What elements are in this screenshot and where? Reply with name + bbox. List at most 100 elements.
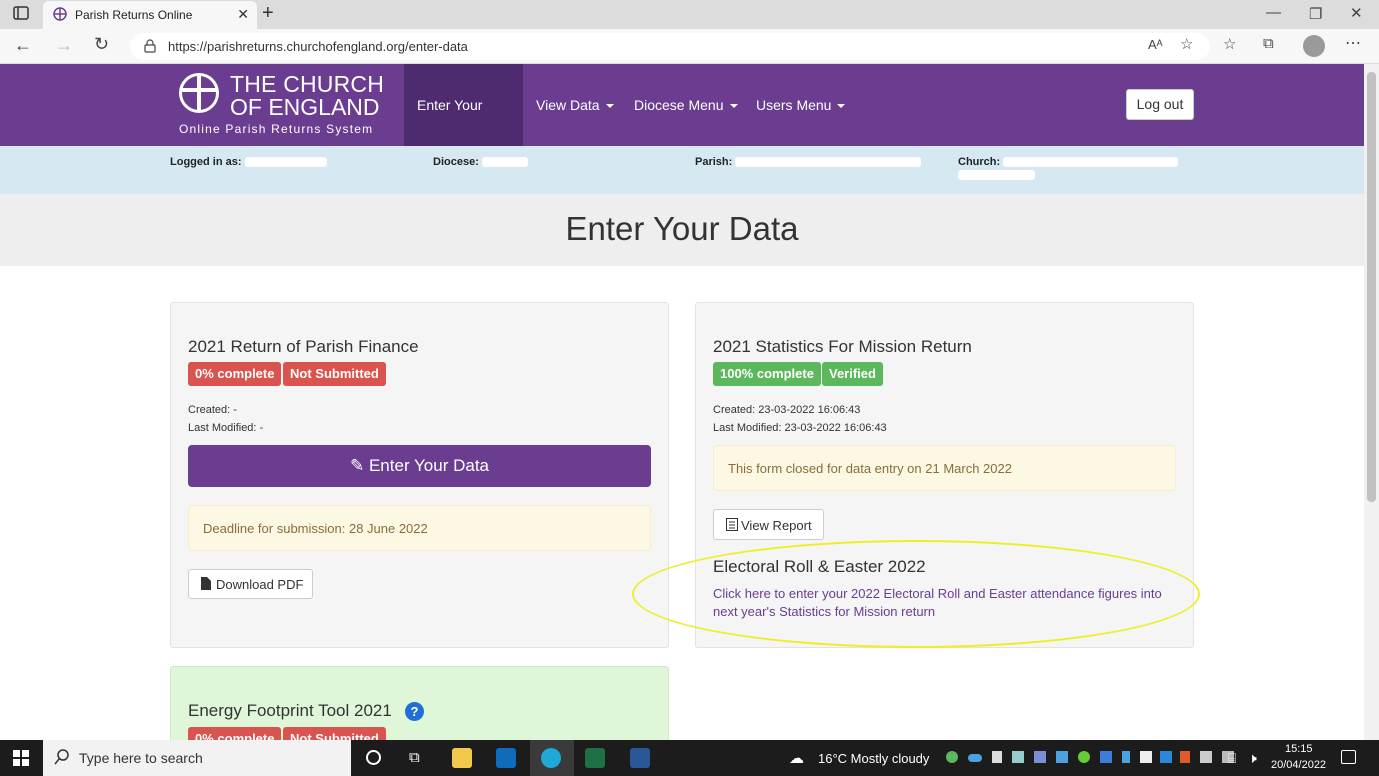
site-navbar: THE CHURCH OF ENGLAND Online Parish Retu…	[0, 64, 1364, 195]
url-text: https://parishreturns.churchofengland.or…	[168, 39, 468, 54]
help-icon[interactable]: ?	[405, 702, 424, 721]
windows-start-icon[interactable]	[13, 750, 29, 769]
nav-enter-your-data[interactable]: Enter Your Data	[404, 64, 523, 195]
finance-title: 2021 Return of Parish Finance	[188, 337, 419, 356]
bluetooth-icon[interactable]	[1122, 751, 1130, 763]
finance-meta: Created: - Last Modified: -	[188, 401, 263, 437]
weather-text[interactable]: 16°C Mostly cloudy	[818, 751, 929, 766]
page-title: Enter Your Data	[565, 210, 799, 247]
word-icon[interactable]	[630, 748, 650, 768]
view-report-label: View Report	[741, 518, 812, 533]
church-logo-icon[interactable]	[179, 73, 219, 113]
read-aloud-icon[interactable]: Aᴬ	[1148, 37, 1163, 52]
edge-icon[interactable]	[541, 748, 561, 768]
globe-icon	[53, 7, 67, 24]
tray-app-icon[interactable]	[1200, 751, 1212, 763]
cloud-icon: ☁	[789, 750, 804, 767]
collections-icon[interactable]: ⧉	[1263, 35, 1274, 52]
system-tray-icons[interactable]	[946, 751, 1246, 765]
nav-view-data[interactable]: View Data	[523, 64, 627, 146]
forward-icon[interactable]: →	[55, 35, 73, 56]
finance-progress-badge: 0% complete	[188, 362, 282, 386]
finance-return-card: 2021 Return of Parish Finance 0% complet…	[170, 302, 669, 648]
mission-modified: Last Modified: 23-03-2022 16:06:43	[713, 422, 887, 434]
close-tab-icon[interactable]: ✕	[237, 6, 249, 23]
church-info: Church:	[958, 156, 1179, 180]
scrollbar-thumb[interactable]	[1367, 72, 1376, 502]
profile-avatar[interactable]	[1303, 35, 1325, 57]
onedrive-icon[interactable]	[968, 754, 982, 762]
clock-date[interactable]: 20/04/2022	[1271, 759, 1326, 771]
form-closed-alert: This form closed for data entry on 21 Ma…	[713, 445, 1176, 491]
tab-actions-icon[interactable]	[12, 6, 30, 22]
deadline-text: Deadline for submission: 28 June 2022	[203, 521, 428, 536]
task-view-icon[interactable]: ⧉	[409, 749, 420, 766]
page-scrollbar[interactable]	[1364, 64, 1379, 740]
network-icon[interactable]: ⌸	[1228, 750, 1236, 767]
more-options-icon[interactable]: ⋯	[1345, 33, 1361, 53]
taskbar-search-box[interactable]: Type here to search	[43, 740, 351, 776]
browser-tab[interactable]: Parish Returns Online ✕	[43, 1, 257, 29]
finance-status-badge: Not Submitted	[283, 362, 386, 386]
tray-app-icon[interactable]	[1100, 751, 1112, 763]
cortana-icon[interactable]	[366, 750, 381, 765]
user-info-bar: Logged in as: Diocese: Parish: Church:	[0, 146, 1364, 194]
file-explorer-icon[interactable]	[452, 748, 472, 768]
file-icon	[201, 577, 211, 593]
energy-title: Energy Footprint Tool 2021	[188, 701, 392, 720]
logged-in-label: Logged in as:	[170, 156, 242, 168]
nav-users-menu[interactable]: Users Menu	[743, 64, 858, 146]
logo-line2[interactable]: OF ENGLAND	[230, 94, 380, 121]
report-icon	[726, 518, 738, 534]
tray-app-icon[interactable]	[946, 751, 958, 763]
tray-app-icon[interactable]	[1160, 751, 1172, 763]
tray-app-icon[interactable]	[1180, 751, 1190, 763]
clock-time[interactable]: 15:15	[1285, 743, 1313, 755]
favorites-icon[interactable]: ☆	[1223, 35, 1236, 53]
finance-modified: Last Modified: -	[188, 422, 264, 434]
view-report-button[interactable]: View Report	[713, 509, 824, 540]
finance-created: Created: -	[188, 404, 237, 416]
parish-info: Parish:	[695, 156, 922, 168]
enter-your-data-button[interactable]: ✎ Enter Your Data	[188, 445, 651, 487]
tray-app-icon[interactable]	[1012, 751, 1024, 763]
mission-title: 2021 Statistics For Mission Return	[713, 337, 972, 356]
tray-app-icon[interactable]	[1034, 751, 1046, 763]
nav-diocese-menu[interactable]: Diocese Menu	[621, 64, 751, 146]
logo-subtitle: Online Parish Returns System	[179, 122, 374, 136]
nav-diocese-menu-label: Diocese Menu	[634, 97, 724, 113]
outlook-icon[interactable]	[496, 748, 516, 768]
tray-app-icon[interactable]	[1056, 751, 1068, 763]
redacted-value	[481, 157, 528, 168]
tray-app-icon[interactable]	[1140, 751, 1152, 763]
mission-progress-badge: 100% complete	[713, 362, 821, 386]
energy-progress-badge: 0% complete	[188, 727, 282, 740]
redacted-value	[244, 157, 327, 168]
lock-icon[interactable]	[144, 39, 156, 58]
notification-icon[interactable]	[1341, 750, 1356, 764]
new-tab-button[interactable]: +	[262, 2, 274, 25]
mission-meta: Created: 23-03-2022 16:06:43 Last Modifi…	[713, 401, 887, 437]
url-field[interactable]: https://parishreturns.churchofengland.or…	[130, 33, 1210, 60]
close-window-icon[interactable]: ✕	[1350, 4, 1363, 22]
search-placeholder: Type here to search	[79, 750, 203, 766]
restore-icon[interactable]: ❐	[1309, 5, 1322, 23]
refresh-icon[interactable]: ↻	[94, 34, 109, 55]
tray-app-icon[interactable]	[992, 751, 1002, 763]
redacted-value	[735, 157, 922, 168]
minimize-icon[interactable]: —	[1266, 4, 1281, 21]
diocese-info: Diocese:	[433, 156, 528, 168]
tray-app-icon[interactable]	[1078, 751, 1090, 763]
address-bar: ← → ↻ https://parishreturns.churchofengl…	[0, 29, 1379, 64]
pencil-icon: ✎	[349, 456, 365, 475]
volume-muted-icon[interactable]: 🕨	[1248, 750, 1257, 767]
download-pdf-label: Download PDF	[216, 577, 304, 592]
mission-status-badge: Verified	[822, 362, 883, 386]
back-icon[interactable]: ←	[14, 35, 32, 56]
download-pdf-button[interactable]: Download PDF	[188, 569, 313, 599]
logout-button[interactable]: Log out	[1126, 89, 1194, 120]
logged-in-info: Logged in as:	[170, 156, 327, 168]
favorite-add-icon[interactable]: ☆	[1180, 35, 1193, 53]
browser-tab-bar: Parish Returns Online ✕ + — ❐ ✕	[0, 0, 1379, 29]
excel-icon[interactable]	[585, 748, 605, 768]
